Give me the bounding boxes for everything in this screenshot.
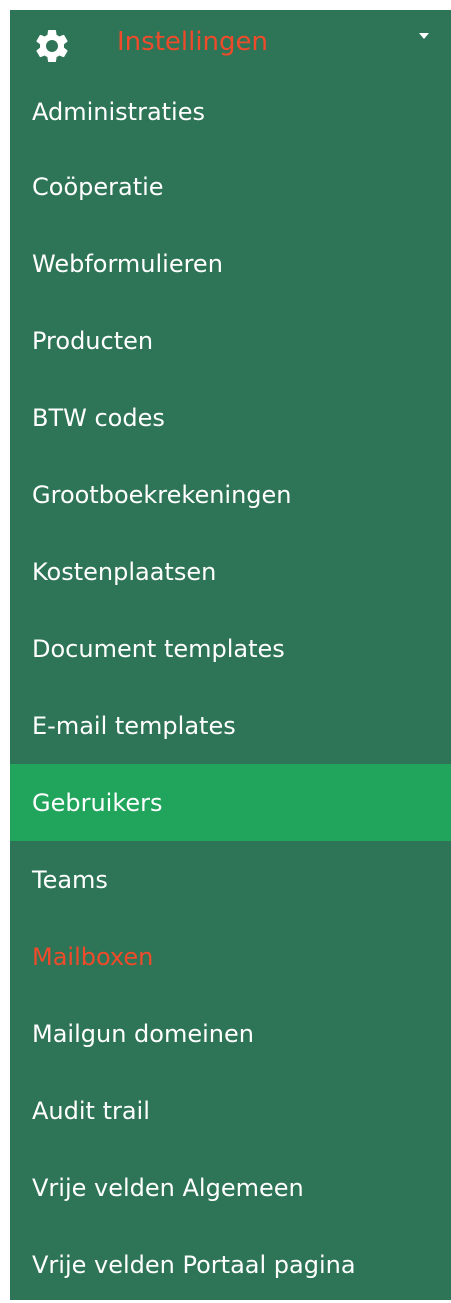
sidebar-item-mailboxen[interactable]: Mailboxen (10, 918, 451, 995)
sidebar-item-audit-trail[interactable]: Audit trail (10, 1072, 451, 1149)
sidebar-item-kostenplaatsen[interactable]: Kostenplaatsen (10, 533, 451, 610)
sidebar-item-vrije-velden-algemeen[interactable]: Vrije velden Algemeen (10, 1149, 451, 1226)
sidebar-item-document-templates[interactable]: Document templates (10, 610, 451, 687)
settings-menu-list: Administraties Coöperatie Webformulieren Pr… (10, 76, 451, 1303)
sidebar-item-grootboekrekeningen[interactable]: Grootboekrekeningen (10, 456, 451, 533)
sidebar-item-administraties[interactable]: Administraties (10, 76, 451, 148)
settings-menu-header[interactable]: Instellingen (10, 10, 451, 76)
settings-menu-title: Instellingen (117, 27, 269, 57)
sidebar-item-cooperatie[interactable]: Coöperatie (10, 148, 451, 225)
sidebar-item-gebruikers[interactable]: Gebruikers (10, 764, 451, 841)
gear-icon (36, 29, 68, 62)
sidebar-item-vrije-velden-portaal-pagina[interactable]: Vrije velden Portaal pagina (10, 1226, 451, 1303)
sidebar-item-btw-codes[interactable]: BTW codes (10, 379, 451, 456)
sidebar-item-e-mail-templates[interactable]: E-mail templates (10, 687, 451, 764)
sidebar-item-mailgun-domeinen[interactable]: Mailgun domeinen (10, 995, 451, 1072)
sidebar-item-producten[interactable]: Producten (10, 302, 451, 379)
sidebar-item-webformulieren[interactable]: Webformulieren (10, 225, 451, 302)
caret-down-icon (419, 33, 429, 39)
settings-sidebar: Instellingen Administraties Coöperatie Web… (10, 10, 451, 1300)
sidebar-item-teams[interactable]: Teams (10, 841, 451, 918)
